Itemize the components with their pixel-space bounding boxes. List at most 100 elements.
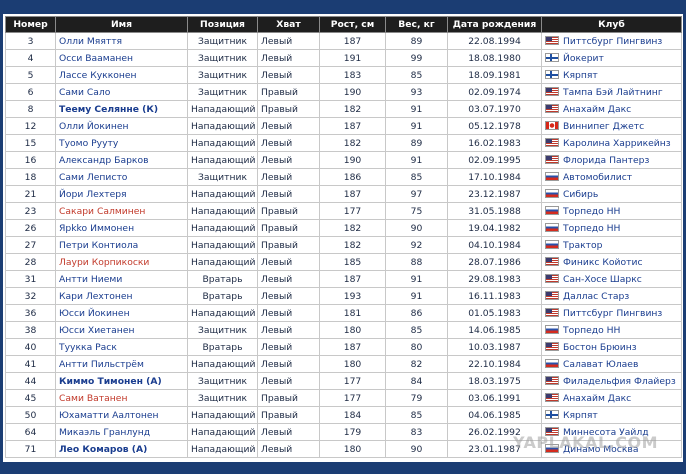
player-height: 182 <box>319 236 386 254</box>
player-club[interactable]: Каролина Харрикейнз <box>541 134 682 152</box>
player-club[interactable]: Торпедо НН <box>541 219 682 237</box>
player-name[interactable]: Йори Лехтеря <box>55 185 188 203</box>
header-position[interactable]: Позиция <box>187 16 258 33</box>
player-number: 40 <box>5 338 56 356</box>
player-name[interactable]: Сакари Салминен <box>55 202 188 220</box>
club-name[interactable]: Торпедо НН <box>563 325 620 336</box>
player-weight: 97 <box>385 185 448 203</box>
player-club[interactable]: Автомобилист <box>541 168 682 186</box>
player-club[interactable]: Торпедо НН <box>541 202 682 220</box>
club-name[interactable]: Питтсбург Пингвинз <box>563 308 662 319</box>
header-birth-date[interactable]: Дата рождения <box>447 16 542 33</box>
player-club[interactable]: Торпедо НН <box>541 321 682 339</box>
flag-rus-icon <box>545 205 559 215</box>
player-name[interactable]: Туукка Раск <box>55 338 188 356</box>
club-name[interactable]: Флорида Пантерз <box>563 155 649 166</box>
player-height: 185 <box>319 253 386 271</box>
player-name[interactable]: Теему Селянне (К) <box>55 100 188 118</box>
table-row: 12 Олли Йокинен Нападающий Левый 187 91 05.12.… <box>5 117 682 135</box>
player-name[interactable]: Юхаматти Аалтонен <box>55 406 188 424</box>
player-name[interactable]: Кари Лехтонен <box>55 287 188 305</box>
player-club[interactable]: Трактор <box>541 236 682 254</box>
player-name[interactable]: Сами Сало <box>55 83 188 101</box>
player-club[interactable]: Кярпят <box>541 66 682 84</box>
player-club[interactable]: Питтсбург Пингвинз <box>541 304 682 322</box>
club-name[interactable]: Торпедо НН <box>563 223 620 234</box>
club-name[interactable]: Сан-Хосе Шаркс <box>563 274 642 285</box>
player-club[interactable]: Филадельфия Флайерз <box>541 372 682 390</box>
player-name[interactable]: Киммо Тимонен (А) <box>55 372 188 390</box>
player-name[interactable]: Антти Пильстрём <box>55 355 188 373</box>
player-hand: Левый <box>257 117 320 135</box>
header-name[interactable]: Имя <box>55 16 188 33</box>
player-height: 187 <box>319 32 386 50</box>
club-name[interactable]: Питтсбург Пингвинз <box>563 36 662 47</box>
player-name[interactable]: Петри Контиола <box>55 236 188 254</box>
header-weight[interactable]: Вес, кг <box>385 16 448 33</box>
player-club[interactable]: Сибирь <box>541 185 682 203</box>
player-name[interactable]: Антти Ниеми <box>55 270 188 288</box>
player-club[interactable]: Салават Юлаев <box>541 355 682 373</box>
club-name[interactable]: Сибирь <box>563 189 598 200</box>
player-club[interactable]: Кярпят <box>541 406 682 424</box>
player-club[interactable]: Йокерит <box>541 49 682 67</box>
header-club[interactable]: Клуб <box>541 16 682 33</box>
club-name[interactable]: Автомобилист <box>563 172 632 183</box>
player-name[interactable]: Олли Мяяття <box>55 32 188 50</box>
club-name[interactable]: Салават Юлаев <box>563 359 638 370</box>
player-name[interactable]: Лаури Корпикоски <box>55 253 188 271</box>
header-height[interactable]: Рост, см <box>319 16 386 33</box>
player-club[interactable]: Тампа Бэй Лайтнинг <box>541 83 682 101</box>
player-club[interactable]: Даллас Старз <box>541 287 682 305</box>
club-name[interactable]: Бостон Брюинз <box>563 342 637 353</box>
player-height: 177 <box>319 372 386 390</box>
player-name[interactable]: Юсси Йокинен <box>55 304 188 322</box>
header-number[interactable]: Номер <box>5 16 56 33</box>
player-name[interactable]: Лассе Кукконен <box>55 66 188 84</box>
club-name[interactable]: Финикс Койотис <box>563 257 643 268</box>
header-hand[interactable]: Хват <box>257 16 320 33</box>
player-name[interactable]: Туомо Рууту <box>55 134 188 152</box>
player-height: 177 <box>319 389 386 407</box>
club-name[interactable]: Анахайм Дакс <box>563 104 631 115</box>
player-name[interactable]: Олли Йокинен <box>55 117 188 135</box>
player-name[interactable]: Осси Вааманен <box>55 49 188 67</box>
club-name[interactable]: Торпедо НН <box>563 206 620 217</box>
player-club[interactable]: Анахайм Дакс <box>541 389 682 407</box>
club-name[interactable]: Трактор <box>563 240 602 251</box>
player-club[interactable]: Финикс Койотис <box>541 253 682 271</box>
club-name[interactable]: Кярпят <box>563 70 598 81</box>
club-name[interactable]: Каролина Харрикейнз <box>563 138 671 149</box>
table-row: 40 Туукка Раск Вратарь Левый 187 80 10.03.1987… <box>5 338 682 356</box>
club-name[interactable]: Анахайм Дакс <box>563 393 631 404</box>
club-name[interactable]: Йокерит <box>563 53 604 64</box>
player-name[interactable]: Александр Барков <box>55 151 188 169</box>
player-hand: Левый <box>257 134 320 152</box>
table-row: 16 Александр Барков Нападающий Левый 190 91 02… <box>5 151 682 169</box>
flag-rus-icon <box>545 239 559 249</box>
player-name[interactable]: Микаэль Гранлунд <box>55 423 188 441</box>
player-height: 180 <box>319 321 386 339</box>
table-row: 31 Антти Ниеми Вратарь Левый 187 91 29.08.1983… <box>5 270 682 288</box>
player-name[interactable]: Ярkko Иммонен <box>55 219 188 237</box>
player-number: 64 <box>5 423 56 441</box>
club-name[interactable]: Даллас Старз <box>563 291 629 302</box>
player-name[interactable]: Сами Леписто <box>55 168 188 186</box>
player-name[interactable]: Сами Ватанен <box>55 389 188 407</box>
player-club[interactable]: Сан-Хосе Шаркс <box>541 270 682 288</box>
club-name[interactable]: Тампа Бэй Лайтнинг <box>563 87 663 98</box>
player-club[interactable]: Бостон Брюинз <box>541 338 682 356</box>
player-birth-date: 04.06.1985 <box>447 406 542 424</box>
player-club[interactable]: Виннипег Джетс <box>541 117 682 135</box>
player-name[interactable]: Юсси Хиетанен <box>55 321 188 339</box>
club-name[interactable]: Кярпят <box>563 410 598 421</box>
player-name[interactable]: Лео Комаров (А) <box>55 440 188 458</box>
player-birth-date: 10.03.1987 <box>447 338 542 356</box>
player-club[interactable]: Питтсбург Пингвинз <box>541 32 682 50</box>
club-name[interactable]: Филадельфия Флайерз <box>563 376 676 387</box>
player-weight: 90 <box>385 440 448 458</box>
player-club[interactable]: Флорида Пантерз <box>541 151 682 169</box>
player-birth-date: 22.10.1984 <box>447 355 542 373</box>
club-name[interactable]: Виннипег Джетс <box>563 121 644 132</box>
player-club[interactable]: Анахайм Дакс <box>541 100 682 118</box>
